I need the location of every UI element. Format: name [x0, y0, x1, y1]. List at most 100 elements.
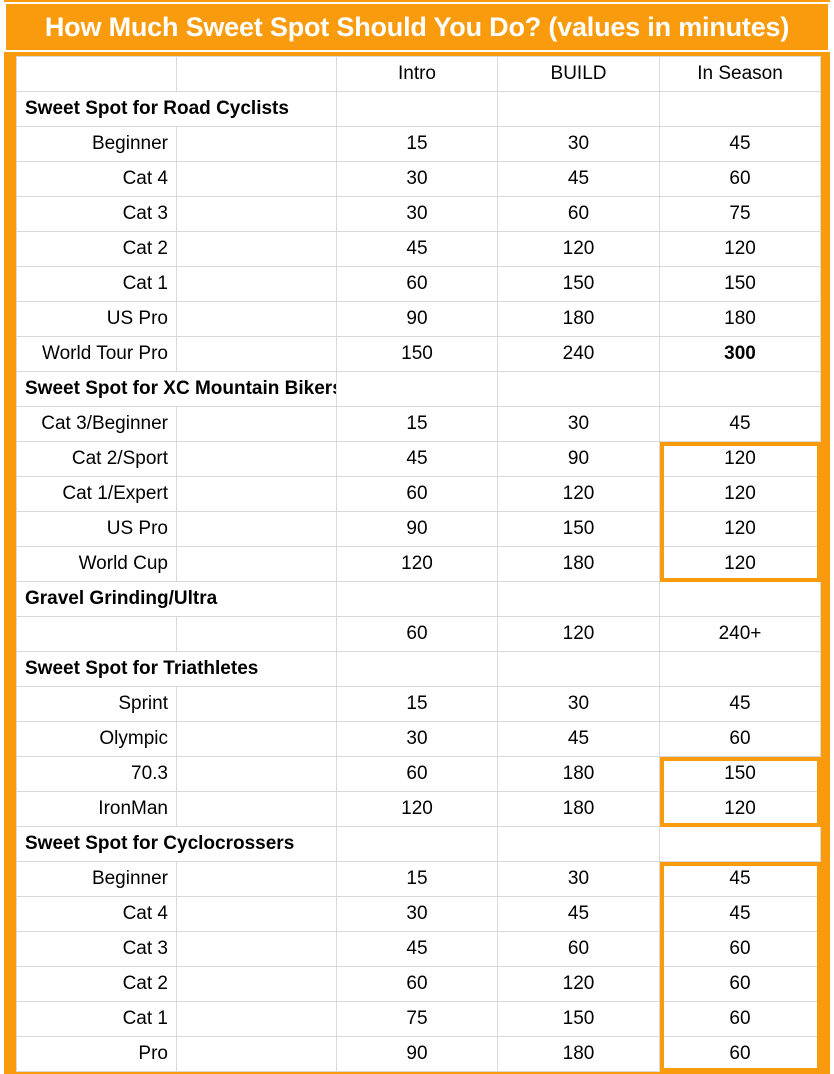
row-label: Cat 1: [16, 266, 177, 302]
spacer-cell: [176, 616, 337, 652]
row-label: US Pro: [16, 301, 177, 337]
section-header-spacer-season: [659, 826, 821, 862]
row-label: Cat 2: [16, 231, 177, 267]
value-cell-season: 300: [659, 336, 821, 372]
spacer-cell: [176, 301, 337, 337]
value-cell-season: 60: [659, 721, 821, 757]
row-label: US Pro: [16, 511, 177, 547]
value-cell-season: 120: [659, 231, 821, 267]
value-cell-season: 60: [659, 931, 821, 967]
value-cell-intro: 30: [336, 161, 498, 197]
section-header-spacer-intro: [336, 91, 498, 127]
chart-title-bar: How Much Sweet Spot Should You Do? (valu…: [4, 2, 830, 52]
value-cell-intro: 15: [336, 861, 498, 897]
section-header-spacer-build: [497, 371, 660, 407]
spacer-cell: [176, 966, 337, 1002]
value-cell-season: 150: [659, 756, 821, 792]
value-cell-build: 180: [497, 756, 660, 792]
value-cell-intro: 30: [336, 721, 498, 757]
table-row: Sprint 15 30 45: [16, 686, 821, 722]
column-header-intro: Intro: [336, 56, 498, 92]
value-cell-build: 240: [497, 336, 660, 372]
row-label: Cat 3/Beginner: [16, 406, 177, 442]
section-header-spacer-season: [659, 91, 821, 127]
value-cell-intro: 15: [336, 686, 498, 722]
value-cell-season: 75: [659, 196, 821, 232]
spacer-cell: [176, 441, 337, 477]
value-cell-season: 60: [659, 1001, 821, 1037]
sweet-spot-table: Intro BUILD In Season Sweet Spot for Road C…: [16, 56, 821, 1072]
section-header-spacer-season: [659, 371, 821, 407]
value-cell-intro: 75: [336, 1001, 498, 1037]
row-label: [16, 616, 177, 652]
table-row: IronMan 120 180 120: [16, 791, 821, 827]
table-row: Cat 1/Expert 60 120 120: [16, 476, 821, 512]
section-header-spacer-intro: [336, 581, 498, 617]
value-cell-intro: 30: [336, 196, 498, 232]
value-cell-intro: 45: [336, 231, 498, 267]
value-cell-season: 120: [659, 511, 821, 547]
table-row: Sweet Spot for Cyclocrossers: [16, 826, 821, 862]
value-cell-intro: 60: [336, 266, 498, 302]
value-cell-season: 45: [659, 686, 821, 722]
value-cell-build: 120: [497, 966, 660, 1002]
section-header-spacer-build: [497, 826, 660, 862]
spacer-cell: [176, 1001, 337, 1037]
spacer-cell: [176, 56, 337, 92]
spacer-cell: [176, 336, 337, 372]
section-header-spacer-intro: [336, 371, 498, 407]
spacer-cell: [176, 546, 337, 582]
value-cell-intro: 150: [336, 336, 498, 372]
table-row: Pro 90 180 60: [16, 1036, 821, 1072]
value-cell-season: 45: [659, 861, 821, 897]
value-cell-season: 120: [659, 476, 821, 512]
section-header-label: Sweet Spot for XC Mountain Bikers: [16, 371, 337, 407]
value-cell-intro: 60: [336, 756, 498, 792]
spacer-cell: [176, 721, 337, 757]
table-row: Beginner 15 30 45: [16, 861, 821, 897]
spacer-cell: [176, 1036, 337, 1072]
row-label: Cat 3: [16, 931, 177, 967]
table-row: Cat 3 30 60 75: [16, 196, 821, 232]
spacer-cell: [176, 126, 337, 162]
spacer-cell: [176, 896, 337, 932]
value-cell-build: 30: [497, 406, 660, 442]
row-label: Cat 4: [16, 896, 177, 932]
sweet-spot-table-container: Intro BUILD In Season Sweet Spot for Road C…: [16, 56, 821, 1072]
value-cell-build: 180: [497, 301, 660, 337]
value-cell-build: 45: [497, 161, 660, 197]
section-header-label: Sweet Spot for Cyclocrossers: [16, 826, 337, 862]
value-cell-season: 150: [659, 266, 821, 302]
value-cell-season: 240+: [659, 616, 821, 652]
section-header-spacer-intro: [336, 826, 498, 862]
spacer-cell: [176, 161, 337, 197]
table-row: Sweet Spot for XC Mountain Bikers: [16, 371, 821, 407]
column-header-build: BUILD: [497, 56, 660, 92]
table-row: World Cup 120 180 120: [16, 546, 821, 582]
table-row: Cat 3 45 60 60: [16, 931, 821, 967]
value-cell-build: 60: [497, 931, 660, 967]
value-cell-build: 150: [497, 266, 660, 302]
value-cell-season: 120: [659, 791, 821, 827]
value-cell-intro: 90: [336, 511, 498, 547]
column-header-season: In Season: [659, 56, 821, 92]
value-cell-season: 60: [659, 161, 821, 197]
table-row: Sweet Spot for Triathletes: [16, 651, 821, 687]
table-row: World Tour Pro 150 240 300: [16, 336, 821, 372]
table-row: 70.3 60 180 150: [16, 756, 821, 792]
spacer-cell: [176, 476, 337, 512]
spacer-cell: [176, 196, 337, 232]
section-header-spacer-build: [497, 91, 660, 127]
row-label: Cat 2/Sport: [16, 441, 177, 477]
value-cell-intro: 90: [336, 301, 498, 337]
value-cell-build: 45: [497, 896, 660, 932]
value-cell-season: 120: [659, 441, 821, 477]
table-row: US Pro 90 150 120: [16, 511, 821, 547]
value-cell-season: 45: [659, 406, 821, 442]
row-label: Cat 1: [16, 1001, 177, 1037]
value-cell-intro: 30: [336, 896, 498, 932]
table-row: Cat 2 60 120 60: [16, 966, 821, 1002]
table-row: Intro BUILD In Season: [16, 56, 821, 92]
section-header-spacer-build: [497, 651, 660, 687]
row-label: World Tour Pro: [16, 336, 177, 372]
